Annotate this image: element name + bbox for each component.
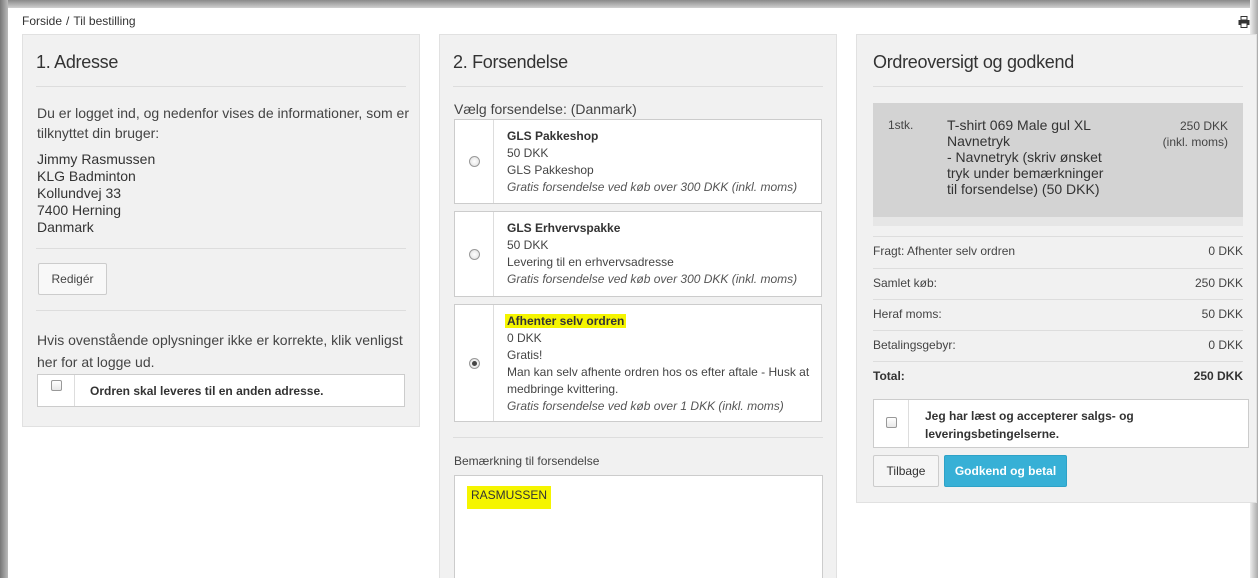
shipping-radio-selected[interactable] [469, 358, 480, 369]
breadcrumb-current: Til bestilling [73, 14, 136, 28]
window-frame-left [0, 0, 8, 578]
checkbox-cell [874, 400, 909, 447]
address-line: KLG Badminton [37, 168, 136, 184]
shipping-choose-label: Vælg forsendelse: (Danmark) [454, 101, 637, 117]
order-item-line: T-shirt 069 Male gul XL [947, 117, 1091, 133]
printer-icon[interactable] [1238, 16, 1250, 28]
edit-address-button[interactable]: Redigér [38, 263, 107, 295]
shipping-option-pickup[interactable]: Afhenter selv ordren 0 DKK Gratis! Man k… [454, 304, 822, 422]
summary-label: Heraf moms: [873, 307, 942, 321]
shipping-option-note: Gratis forsendelse ved køb over 300 DKK … [507, 180, 798, 194]
order-item-price-block: 250 DKK (inkl. moms) [1163, 118, 1228, 150]
shipping-option-name: Afhenter selv ordren [505, 314, 627, 328]
summary-value: 50 DKK [1201, 307, 1243, 321]
shipping-option-price: 50 DKK [507, 238, 549, 252]
radio-cell [455, 305, 494, 421]
shipping-option-desc-2: Man kan selv afhente ordren hos os efter… [507, 365, 810, 396]
summary-row-total: Total: 250 DKK [873, 361, 1243, 392]
alt-address-label[interactable]: Ordren skal leveres til en anden adresse… [90, 384, 323, 398]
order-item-price-note: (inkl. moms) [1162, 135, 1228, 149]
summary-label: Fragt: Afhenter selv ordren [873, 244, 1016, 258]
breadcrumb: Forside / Til bestilling [22, 14, 136, 28]
summary-value: 0 DKK [1208, 338, 1243, 352]
shipping-option-desc: GLS Pakkeshop [507, 163, 594, 177]
divider [873, 86, 1243, 87]
approve-and-pay-button[interactable]: Godkend og betal [944, 455, 1067, 487]
divider [453, 86, 823, 87]
back-button[interactable]: Tilbage [873, 455, 939, 487]
order-summary-panel: Ordreoversigt og godkend 1stk. T-shirt 0… [856, 34, 1257, 503]
remark-value: RASMUSSEN [467, 486, 552, 509]
order-item-description: T-shirt 069 Male gul XL Navnetryk - Navn… [947, 117, 1127, 197]
order-item-qty: 1stk. [888, 118, 914, 132]
shipping-title: 2. Forsendelse [453, 52, 568, 72]
remark-textarea[interactable]: RASMUSSEN [454, 475, 823, 578]
alt-address-option[interactable]: Ordren skal leveres til en anden adresse… [37, 374, 405, 407]
window-frame-top [0, 0, 1258, 8]
shipping-option-name: GLS Erhvervspakke [507, 221, 621, 235]
accept-terms-label[interactable]: Jeg har læst og accepterer salgs- og lev… [925, 407, 1185, 443]
address-block: Jimmy Rasmussen KLG Badminton Kollundvej… [37, 151, 155, 236]
address-line: Kollundvej 33 [37, 185, 122, 201]
address-panel: 1. Adresse Du er logget ind, og nedenfor… [22, 34, 420, 427]
order-item-line: - Navnetryk (skriv ønsket [947, 149, 1102, 165]
summary-value: 250 DKK [1194, 276, 1243, 290]
summary-title: Ordreoversigt og godkend [873, 52, 1074, 72]
shipping-option-gls-erhvervspakke[interactable]: GLS Erhvervspakke 50 DKK Levering til en… [454, 211, 822, 297]
shipping-option-gls-pakkeshop[interactable]: GLS Pakkeshop 50 DKK GLS Pakkeshop Grati… [454, 119, 822, 204]
address-line: 7400 Herning [37, 202, 122, 218]
summary-row-subtotal: Samlet køb: 250 DKK [873, 268, 1243, 299]
divider [36, 248, 406, 249]
shipping-radio[interactable] [469, 249, 480, 260]
order-item: 1stk. T-shirt 069 Male gul XL Navnetryk … [873, 103, 1243, 217]
radio-cell [455, 120, 494, 203]
summary-total-value: 250 DKK [1193, 369, 1243, 383]
divider [453, 437, 823, 438]
remark-label: Bemærkning til forsendelse [454, 454, 600, 468]
address-title: 1. Adresse [36, 52, 119, 72]
shipping-panel: 2. Forsendelse Vælg forsendelse: (Danmar… [439, 34, 837, 578]
shipping-option-note: Gratis forsendelse ved køb over 1 DKK (i… [507, 399, 784, 413]
shipping-radio[interactable] [469, 156, 480, 167]
summary-row-vat: Heraf moms: 50 DKK [873, 299, 1243, 330]
breadcrumb-separator: / [66, 14, 70, 28]
shipping-option-price: 50 DKK [507, 146, 549, 160]
summary-label: Betalingsgebyr: [873, 338, 956, 352]
accept-terms-option[interactable]: Jeg har læst og accepterer salgs- og lev… [873, 399, 1249, 448]
shipping-option-desc: Levering til en erhvervsadresse [507, 255, 674, 269]
shipping-option-desc: Gratis! [507, 348, 543, 362]
shipping-option-name: GLS Pakkeshop [507, 129, 599, 143]
summary-row-shipping: Fragt: Afhenter selv ordren 0 DKK [873, 236, 1243, 267]
summary-label: Samlet køb: [873, 276, 938, 290]
order-item-line: til forsendelse) (50 DKK) [947, 181, 1100, 197]
summary-value: 0 DKK [1208, 244, 1243, 258]
breadcrumb-home-link[interactable]: Forside [22, 14, 62, 28]
order-item-footer [873, 217, 1243, 226]
alt-address-checkbox[interactable] [51, 380, 62, 391]
checkbox-cell [38, 375, 75, 406]
summary-row-fee: Betalingsgebyr: 0 DKK [873, 330, 1243, 361]
radio-cell [455, 212, 494, 296]
order-item-line: tryk under bemærkninger [947, 165, 1104, 181]
order-item-price: 250 DKK [1179, 119, 1228, 133]
address-line: Danmark [37, 219, 94, 235]
logout-link[interactable]: Hvis ovenstående oplysninger ikke er kor… [37, 329, 409, 373]
divider [36, 86, 406, 87]
order-item-line: Navnetryk [947, 133, 1011, 149]
shipping-option-note: Gratis forsendelse ved køb over 300 DKK … [507, 272, 798, 286]
address-line: Jimmy Rasmussen [37, 151, 156, 167]
divider [36, 310, 406, 311]
summary-total-label: Total: [873, 369, 905, 383]
accept-terms-checkbox[interactable] [886, 417, 897, 428]
address-intro: Du er logget ind, og nedenfor vises de i… [37, 105, 409, 141]
shipping-option-price: 0 DKK [507, 331, 542, 345]
